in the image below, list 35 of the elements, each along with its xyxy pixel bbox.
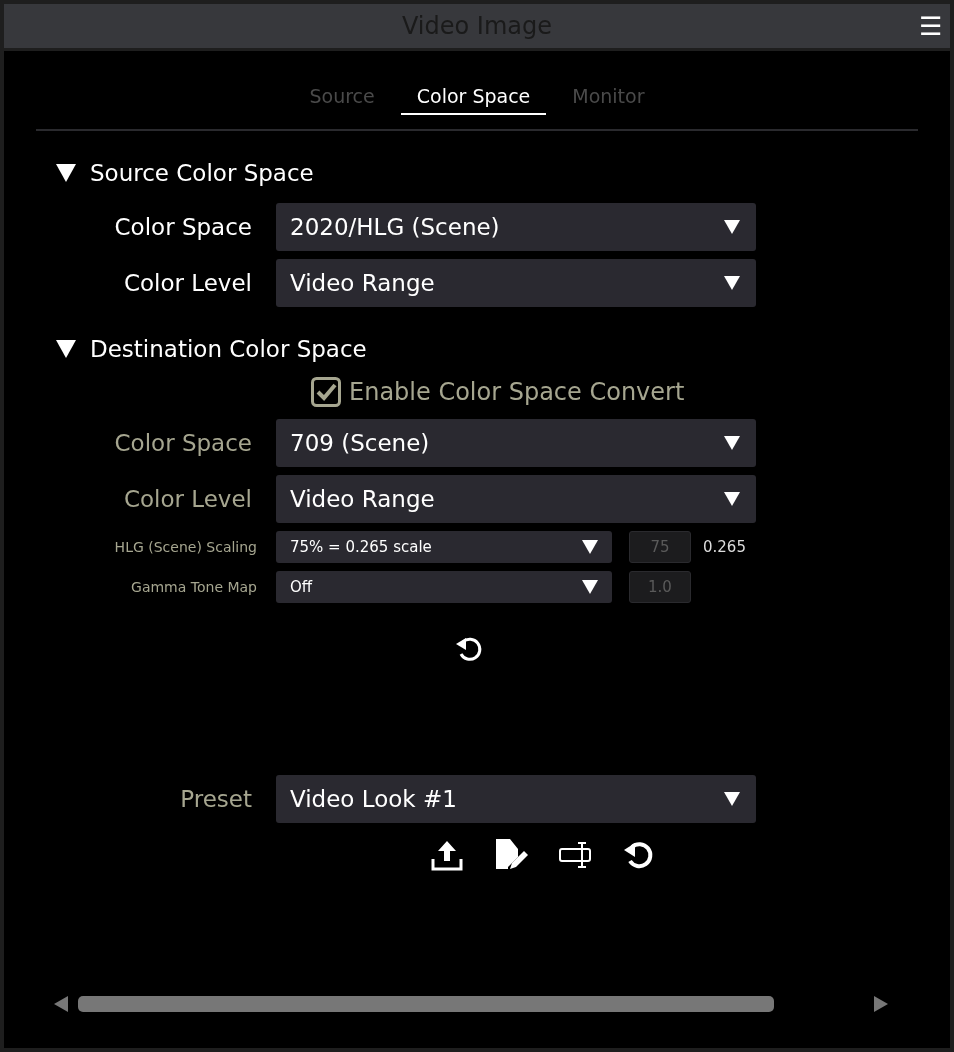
reset-icon[interactable]	[454, 635, 484, 663]
dropdown-arrow-icon	[724, 436, 740, 450]
section-header: Destination Color Space	[90, 336, 367, 362]
tab[interactable]: Color Space	[400, 81, 547, 115]
field-label: Preset	[179, 786, 253, 812]
checkbox-label: Enable Color Space Convert	[349, 378, 685, 406]
dropdown-arrow-icon	[724, 276, 740, 290]
rename-icon[interactable]	[558, 839, 592, 871]
checkbox[interactable]	[311, 377, 341, 407]
dropdown[interactable]: 2020/HLG (Scene)	[276, 203, 756, 251]
value-reading: 0.265	[703, 538, 746, 556]
field-label: Color Space	[113, 430, 253, 456]
dropdown[interactable]: Video Range	[276, 475, 756, 523]
upload-icon[interactable]	[430, 839, 464, 871]
field-label: Color Space	[113, 214, 253, 240]
field-label: Gamma Tone Map	[130, 579, 258, 595]
dropdown-arrow-icon	[724, 492, 740, 506]
section-header: Source Color Space	[90, 160, 314, 186]
dropdown[interactable]: 709 (Scene)	[276, 419, 756, 467]
field-label: Color Level	[122, 270, 253, 296]
collapse-toggle-icon[interactable]	[56, 340, 76, 358]
field-label: Color Level	[122, 486, 253, 512]
dropdown-arrow-icon	[724, 792, 740, 806]
scroll-right-icon[interactable]	[874, 994, 888, 1014]
dropdown[interactable]: Video Range	[276, 259, 756, 307]
collapse-toggle-icon[interactable]	[56, 164, 76, 182]
dropdown[interactable]: Video Look #1	[276, 775, 756, 823]
dropdown-arrow-icon	[582, 540, 598, 554]
edit-document-icon[interactable]	[494, 839, 528, 871]
dropdown[interactable]: 75% = 0.265 scale	[276, 531, 612, 563]
dropdown[interactable]: Off	[276, 571, 612, 603]
field-label: HLG (Scene) Scaling	[113, 539, 258, 555]
dropdown-arrow-icon	[582, 580, 598, 594]
dropdown-arrow-icon	[724, 220, 740, 234]
menu-button[interactable]: ☰	[919, 12, 942, 40]
